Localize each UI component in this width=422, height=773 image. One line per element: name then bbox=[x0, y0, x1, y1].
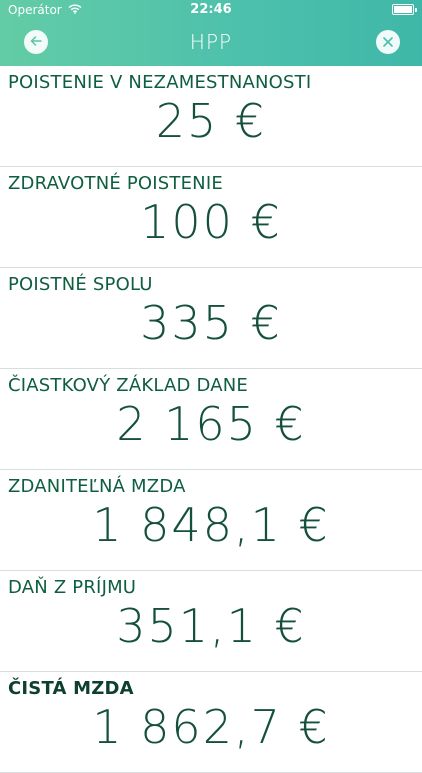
battery-icon bbox=[392, 4, 417, 15]
list-item-total-insurance: POISTNÉ SPOLU 335 € bbox=[0, 268, 422, 369]
row-label: POISTNÉ SPOLU bbox=[8, 274, 153, 295]
list-item-net-wage: ČISTÁ MZDA 1 862,7 € bbox=[0, 672, 422, 773]
app-header: Operátor 22:46 HPP bbox=[0, 0, 422, 66]
row-value: 2 165 € bbox=[116, 397, 306, 451]
list-item-health-insurance: ZDRAVOTNÉ POISTENIE 100 € bbox=[0, 167, 422, 268]
status-time: 22:46 bbox=[190, 2, 232, 17]
page-title: HPP bbox=[189, 30, 233, 54]
row-label: ZDRAVOTNÉ POISTENIE bbox=[8, 173, 223, 194]
row-label: ZDANITEĽNÁ MZDA bbox=[8, 476, 186, 497]
close-icon bbox=[382, 33, 394, 52]
close-button[interactable] bbox=[376, 30, 400, 54]
row-label: DAŇ Z PRÍJMU bbox=[8, 577, 137, 598]
list-item-income-tax: DAŇ Z PRÍJMU 351,1 € bbox=[0, 571, 422, 672]
row-value: 351,1 € bbox=[116, 599, 306, 653]
row-label: ČIASTKOVÝ ZÁKLAD DANE bbox=[8, 375, 248, 396]
row-label: ČISTÁ MZDA bbox=[8, 678, 134, 699]
row-value: 25 € bbox=[155, 94, 267, 148]
status-bar: Operátor 22:46 bbox=[0, 0, 422, 20]
row-value: 1 848,1 € bbox=[92, 498, 330, 552]
row-value: 335 € bbox=[140, 296, 282, 350]
list-item-partial-tax-base: ČIASTKOVÝ ZÁKLAD DANE 2 165 € bbox=[0, 369, 422, 470]
row-value: 1 862,7 € bbox=[92, 700, 330, 754]
salary-breakdown-list: POISTENIE V NEZAMESTNANOSTI 25 € ZDRAVOT… bbox=[0, 66, 422, 773]
list-item-taxable-wage: ZDANITEĽNÁ MZDA 1 848,1 € bbox=[0, 470, 422, 571]
row-label: POISTENIE V NEZAMESTNANOSTI bbox=[8, 72, 312, 93]
list-item-unemployment-insurance: POISTENIE V NEZAMESTNANOSTI 25 € bbox=[0, 66, 422, 167]
row-value: 100 € bbox=[140, 195, 282, 249]
